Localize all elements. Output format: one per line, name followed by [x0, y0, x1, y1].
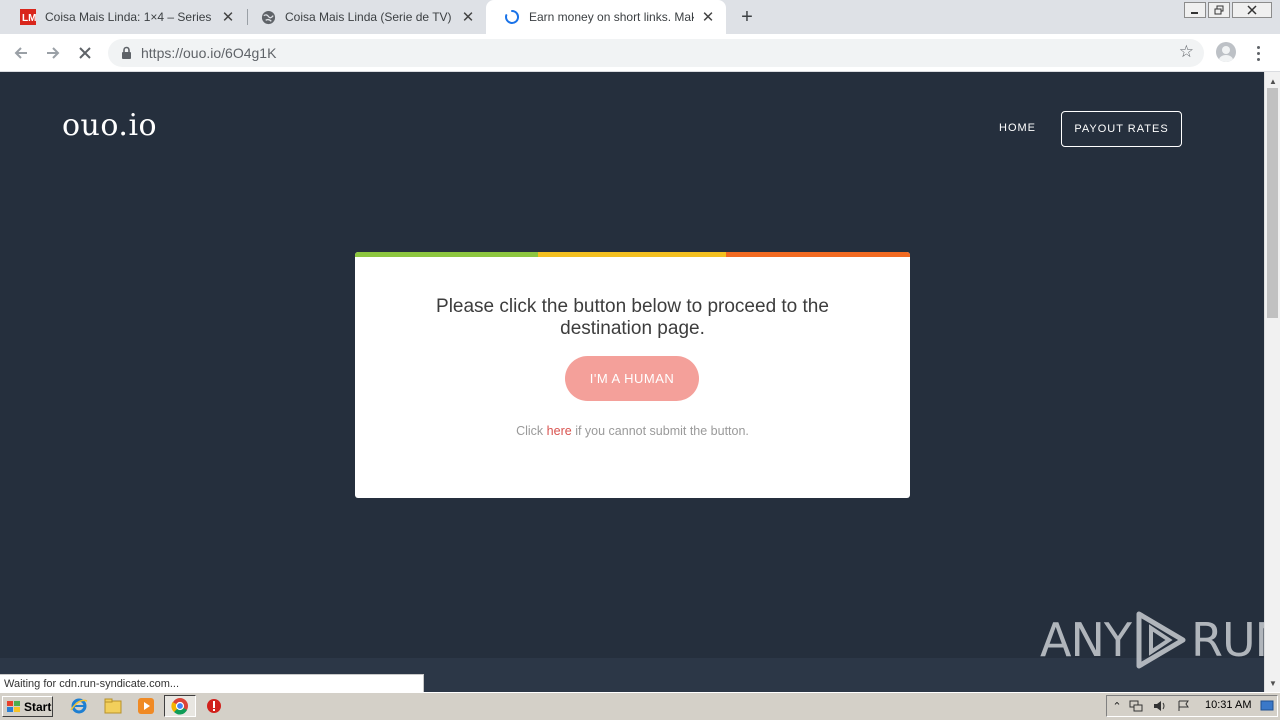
chrome-menu-icon[interactable]	[1252, 42, 1264, 64]
tab-coisa-mais-linda-series[interactable]: LM Coisa Mais Linda: 1×4 – Series – Lat …	[2, 0, 246, 34]
play-triangle-icon	[1136, 611, 1186, 669]
back-arrow-icon[interactable]	[10, 42, 32, 64]
system-tray: ⌃ 10:31 AM	[1106, 695, 1278, 717]
tab-ouo-io-active[interactable]: Earn money on short links. Make sho ✕	[486, 0, 726, 34]
bar-segment-orange	[726, 252, 910, 257]
svg-text:LM: LM	[22, 13, 36, 24]
stop-loading-icon[interactable]	[74, 42, 96, 64]
start-label: Start	[24, 699, 52, 714]
watermark-any: ANY	[1040, 613, 1132, 667]
globe-icon	[260, 9, 276, 25]
volume-icon[interactable]	[1152, 699, 1168, 713]
close-tab-icon[interactable]: ✕	[700, 9, 716, 26]
anyrun-watermark: ANY RUN	[1040, 610, 1264, 670]
url-text[interactable]: https://ouo.io/6O4g1K	[141, 45, 276, 61]
scrollbar-thumb[interactable]	[1267, 88, 1278, 318]
tab-title: Coisa Mais Linda (Serie de TV) (2019	[285, 10, 454, 24]
close-tab-icon[interactable]: ✕	[460, 9, 476, 26]
card-color-bar	[355, 252, 910, 257]
loading-status-bubble: Waiting for cdn.run-syndicate.com...	[0, 674, 424, 693]
card-message-line1: Please click the button below to proceed…	[436, 296, 829, 317]
card-message-line2: destination page.	[560, 318, 705, 339]
bar-segment-yellow	[538, 252, 726, 257]
tab-title: Coisa Mais Linda: 1×4 – Series – Lat	[45, 10, 214, 24]
taskbar-clock[interactable]: 10:31 AM	[1205, 699, 1251, 711]
stop-icon[interactable]	[205, 697, 223, 715]
here-link[interactable]: here	[547, 424, 572, 438]
tab-strip: LM Coisa Mais Linda: 1×4 – Series – Lat …	[0, 0, 1280, 34]
address-bar[interactable]: https://ouo.io/6O4g1K ☆	[108, 39, 1204, 67]
card-help-text: Click here if you cannot submit the butt…	[355, 424, 910, 438]
windows-taskbar: Start ⌃ 10:31 AM	[0, 692, 1280, 720]
close-window-icon[interactable]	[1232, 2, 1272, 18]
windows-logo-icon	[7, 700, 20, 712]
scroll-up-arrow-icon[interactable]: ▲	[1268, 76, 1278, 86]
page-scrollbar[interactable]: ▲ ▼	[1264, 72, 1280, 692]
restore-icon[interactable]	[1208, 2, 1230, 18]
window-controls	[1184, 1, 1274, 19]
tab-coisa-mais-linda-serie-tv[interactable]: Coisa Mais Linda (Serie de TV) (2019 ✕	[242, 0, 486, 34]
action-center-flag-icon[interactable]	[1176, 699, 1192, 713]
loading-spinner-icon	[504, 9, 520, 25]
ie-icon[interactable]	[70, 697, 88, 715]
profile-avatar-icon[interactable]	[1216, 42, 1236, 62]
verification-card: Please click the button below to proceed…	[355, 252, 910, 498]
forward-arrow-icon[interactable]	[42, 42, 64, 64]
tray-expand-icon[interactable]: ⌃	[1109, 699, 1125, 713]
scroll-down-arrow-icon[interactable]: ▼	[1268, 678, 1278, 688]
lock-icon	[121, 46, 132, 60]
nav-home-link[interactable]: HOME	[999, 122, 1036, 134]
web-page: ouo.io HOME PAYOUT RATES Please click th…	[0, 72, 1264, 692]
browser-toolbar: https://ouo.io/6O4g1K ☆	[0, 34, 1280, 72]
card-message: Please click the button below to proceed…	[355, 296, 910, 340]
media-player-icon[interactable]	[137, 697, 155, 715]
show-desktop-icon[interactable]	[1259, 699, 1275, 713]
folder-icon[interactable]	[104, 697, 122, 715]
bar-segment-green	[355, 252, 538, 257]
nav-payout-rates-button[interactable]: PAYOUT RATES	[1061, 111, 1182, 147]
network-icon[interactable]	[1128, 699, 1144, 713]
chrome-icon[interactable]	[171, 697, 189, 715]
im-a-human-button[interactable]: I'M A HUMAN	[565, 356, 699, 401]
bookmark-star-icon[interactable]: ☆	[1179, 42, 1194, 62]
close-tab-icon[interactable]: ✕	[220, 9, 236, 26]
lm-red-icon: LM	[20, 9, 36, 25]
site-logo[interactable]: ouo.io	[62, 108, 157, 143]
help-suffix: if you cannot submit the button.	[575, 424, 749, 438]
minimize-icon[interactable]	[1184, 2, 1206, 18]
help-prefix: Click	[516, 424, 544, 438]
start-button[interactable]: Start	[2, 696, 53, 717]
watermark-run: RUN	[1190, 613, 1264, 667]
tab-title: Earn money on short links. Make sho	[529, 10, 694, 24]
new-tab-button[interactable]: +	[737, 6, 757, 28]
